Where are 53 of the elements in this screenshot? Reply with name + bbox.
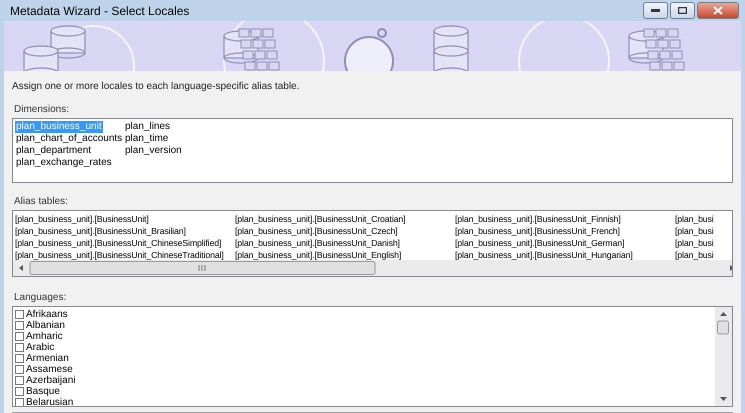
alias-table-item[interactable]: [plan_business_unit].[BusinessUnit_Brasilian] — [15, 225, 186, 237]
instruction-text: Assign one or more locales to each language-specific alias table. — [12, 81, 300, 92]
checkbox[interactable] — [15, 321, 24, 330]
close-icon — [713, 6, 723, 15]
language-name: Belarusian — [26, 397, 74, 406]
language-name: Assamese — [26, 364, 73, 375]
alias-tables-label: Alias tables: — [14, 196, 69, 207]
alias-table-item[interactable]: [plan_business_unit].[BusinessUnit_Finnish] — [455, 213, 621, 225]
minimize-icon — [651, 9, 660, 12]
checkbox[interactable] — [15, 365, 24, 374]
dimension-item[interactable]: plan_exchange_rates — [15, 157, 113, 169]
alias-table-item[interactable]: [plan_business_unit].[BusinessUnit_ChineseSimplified] — [15, 237, 222, 249]
dimension-item[interactable]: plan_version — [124, 145, 183, 157]
dimension-item[interactable]: plan_lines — [124, 121, 172, 133]
checkbox[interactable] — [15, 332, 24, 341]
alias-table-item[interactable]: [plan_business_unit].[BusinessUnit_ChineseTraditional] — [15, 249, 224, 261]
horizontal-scrollbar[interactable] — [13, 260, 732, 276]
checkbox[interactable] — [15, 398, 24, 406]
checkbox[interactable] — [15, 310, 24, 319]
checkbox[interactable] — [15, 376, 24, 385]
alias-table-item[interactable]: [plan_business_unit].[BusinessUnit_Croatian] — [235, 213, 406, 225]
alias-table-item[interactable]: [plan_business_unit].[BusinessUnit_Hungarian] — [455, 249, 633, 261]
alias-table-item[interactable]: [plan_business_unit].[BusinessUnit_English] — [235, 249, 402, 261]
language-name: Basque — [26, 386, 60, 397]
alias-table-item[interactable]: [plan_business_unit].[BusinessUnit_French] — [455, 225, 620, 237]
languages-label: Languages: — [14, 292, 68, 303]
alias-table-item[interactable]: [plan_busi — [675, 249, 714, 261]
alias-table-item[interactable]: [plan_busi — [675, 225, 714, 237]
alias-table-item[interactable]: [plan_busi — [675, 213, 714, 225]
alias-table-item[interactable]: [plan_business_unit].[BusinessUnit_Danish] — [235, 237, 400, 249]
window-title: Metadata Wizard - Select Locales — [9, 4, 190, 18]
alias-table-item[interactable]: [plan_business_unit].[BusinessUnit_Czech] — [235, 225, 398, 237]
language-name: Arabic — [26, 342, 54, 353]
dimension-item[interactable]: plan_chart_of_accounts — [15, 133, 124, 145]
language-name: Armenian — [26, 353, 69, 364]
dimension-item[interactable]: plan_time — [124, 133, 170, 145]
minimize-button[interactable] — [643, 2, 668, 19]
maximize-button[interactable] — [670, 2, 695, 19]
checkbox[interactable] — [15, 343, 24, 352]
checkbox[interactable] — [15, 387, 24, 396]
dimension-item[interactable]: plan_department — [15, 145, 92, 157]
checkbox[interactable] — [15, 354, 24, 363]
language-name: Afrikaans — [26, 309, 68, 320]
close-button[interactable] — [697, 2, 739, 19]
language-name: Albanian — [26, 320, 65, 331]
alias-table-item[interactable]: [plan_business_unit].[BusinessUnit] — [15, 213, 149, 225]
dimensions-label: Dimensions: — [14, 104, 70, 115]
language-name: Amharic — [26, 331, 63, 342]
alias-table-item[interactable]: [plan_busi — [675, 237, 714, 249]
vertical-scrollbar[interactable] — [715, 307, 732, 406]
maximize-icon — [678, 7, 687, 14]
alias-table-item[interactable]: [plan_business_unit].[BusinessUnit_German] — [455, 237, 624, 249]
language-name: Azerbaijani — [26, 375, 76, 386]
